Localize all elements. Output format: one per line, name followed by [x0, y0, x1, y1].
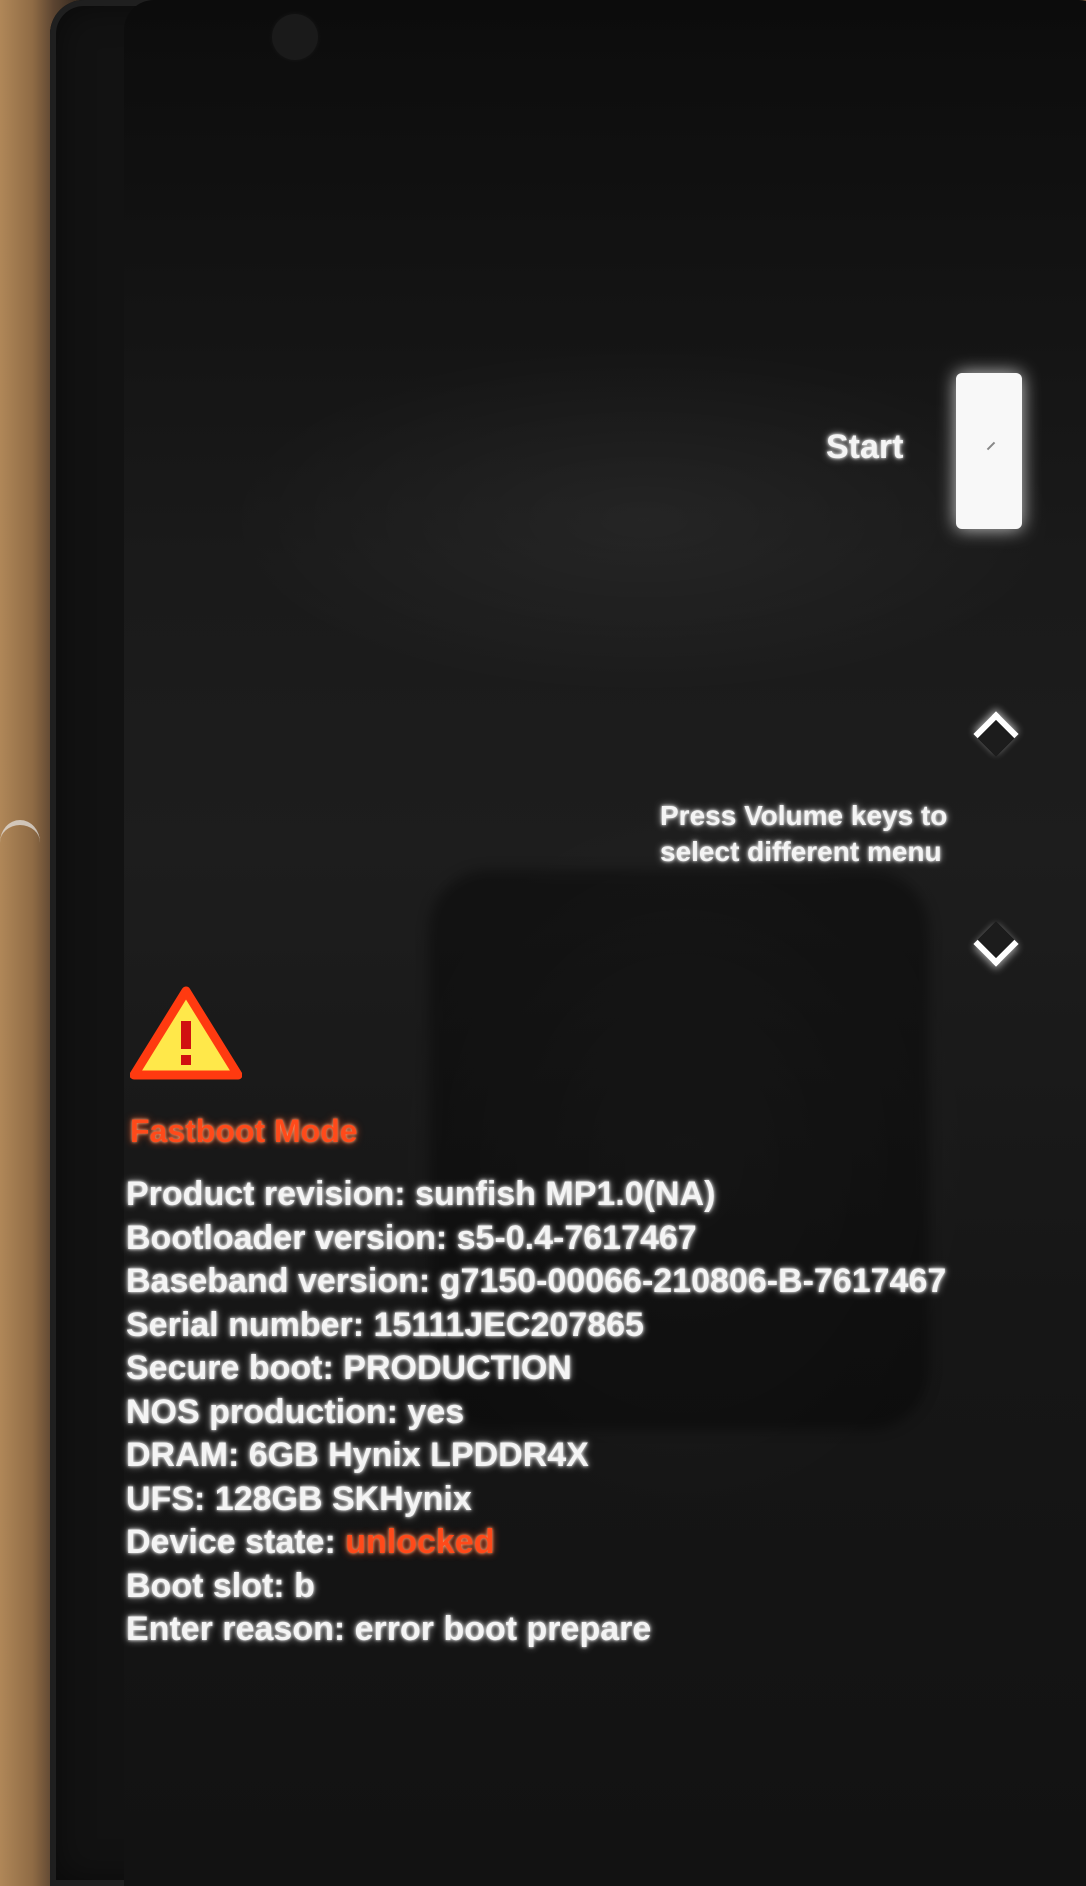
info-value: g7150-00066-210806-B-7617467: [439, 1262, 947, 1300]
info-label: Serial number:: [126, 1305, 365, 1344]
info-label: Bootloader version:: [126, 1218, 448, 1257]
info-baseband-version: Baseband version: g7150-00066-210806-B-7…: [126, 1260, 946, 1304]
info-nos-production: NOS production: yes: [126, 1391, 946, 1435]
info-label: Device state:: [126, 1523, 336, 1561]
info-boot-slot: Boot slot: b: [126, 1565, 946, 1609]
fastboot-mode-title: Fastboot Mode: [130, 1113, 358, 1149]
info-value: s5-0.4-7617467: [456, 1218, 697, 1257]
info-value: 128GB SKHynix: [214, 1479, 472, 1518]
info-label: DRAM:: [126, 1436, 240, 1474]
volume-keys-hint: Press Volume keys to select different me…: [660, 798, 947, 870]
device-state-value: unlocked: [345, 1523, 495, 1561]
info-label: Enter reason:: [126, 1610, 346, 1648]
info-label: Baseband version:: [126, 1262, 431, 1300]
info-serial-number: Serial number: 15111JEC207865: [126, 1304, 946, 1348]
info-value: sunfish MP1.0(NA): [415, 1175, 716, 1213]
info-label: Product revision:: [126, 1175, 406, 1213]
info-value: PRODUCTION: [343, 1349, 572, 1387]
info-label: Boot slot:: [126, 1566, 285, 1605]
info-label: NOS production:: [126, 1392, 398, 1431]
volume-hint-line-1: Press Volume keys to: [660, 800, 948, 831]
info-label: Secure boot:: [126, 1349, 334, 1387]
info-ufs: UFS: 128GB SKHynix: [126, 1478, 946, 1522]
usb-cable: [0, 820, 40, 865]
power-button-indicator[interactable]: [956, 373, 1022, 529]
info-product-revision: Product revision: sunfish MP1.0(NA): [126, 1173, 946, 1217]
info-secure-boot: Secure boot: PRODUCTION: [126, 1347, 946, 1391]
power-button-mark: [986, 441, 996, 451]
info-enter-reason: Enter reason: error boot prepare: [126, 1608, 946, 1652]
info-value: b: [294, 1566, 315, 1605]
volume-hint-line-2: select different menu: [660, 836, 942, 867]
warning-triangle-icon: [130, 986, 242, 1080]
info-value: 6GB Hynix LPDDR4X: [248, 1436, 589, 1474]
menu-selected-option[interactable]: Start: [826, 428, 903, 467]
front-camera-cutout: [272, 14, 318, 60]
info-dram: DRAM: 6GB Hynix LPDDR4X: [126, 1434, 946, 1478]
info-label: UFS:: [126, 1479, 206, 1518]
info-value: 15111JEC207865: [373, 1305, 644, 1344]
device-info-list: Product revision: sunfish MP1.0(NA) Boot…: [126, 1173, 946, 1652]
photo-scene: Start Press Volume keys to select differ…: [0, 0, 1086, 1886]
info-value: error boot prepare: [354, 1610, 652, 1648]
info-bootloader-version: Bootloader version: s5-0.4-7617467: [126, 1217, 946, 1261]
info-value: yes: [407, 1392, 465, 1431]
info-device-state: Device state: unlocked: [126, 1521, 946, 1565]
